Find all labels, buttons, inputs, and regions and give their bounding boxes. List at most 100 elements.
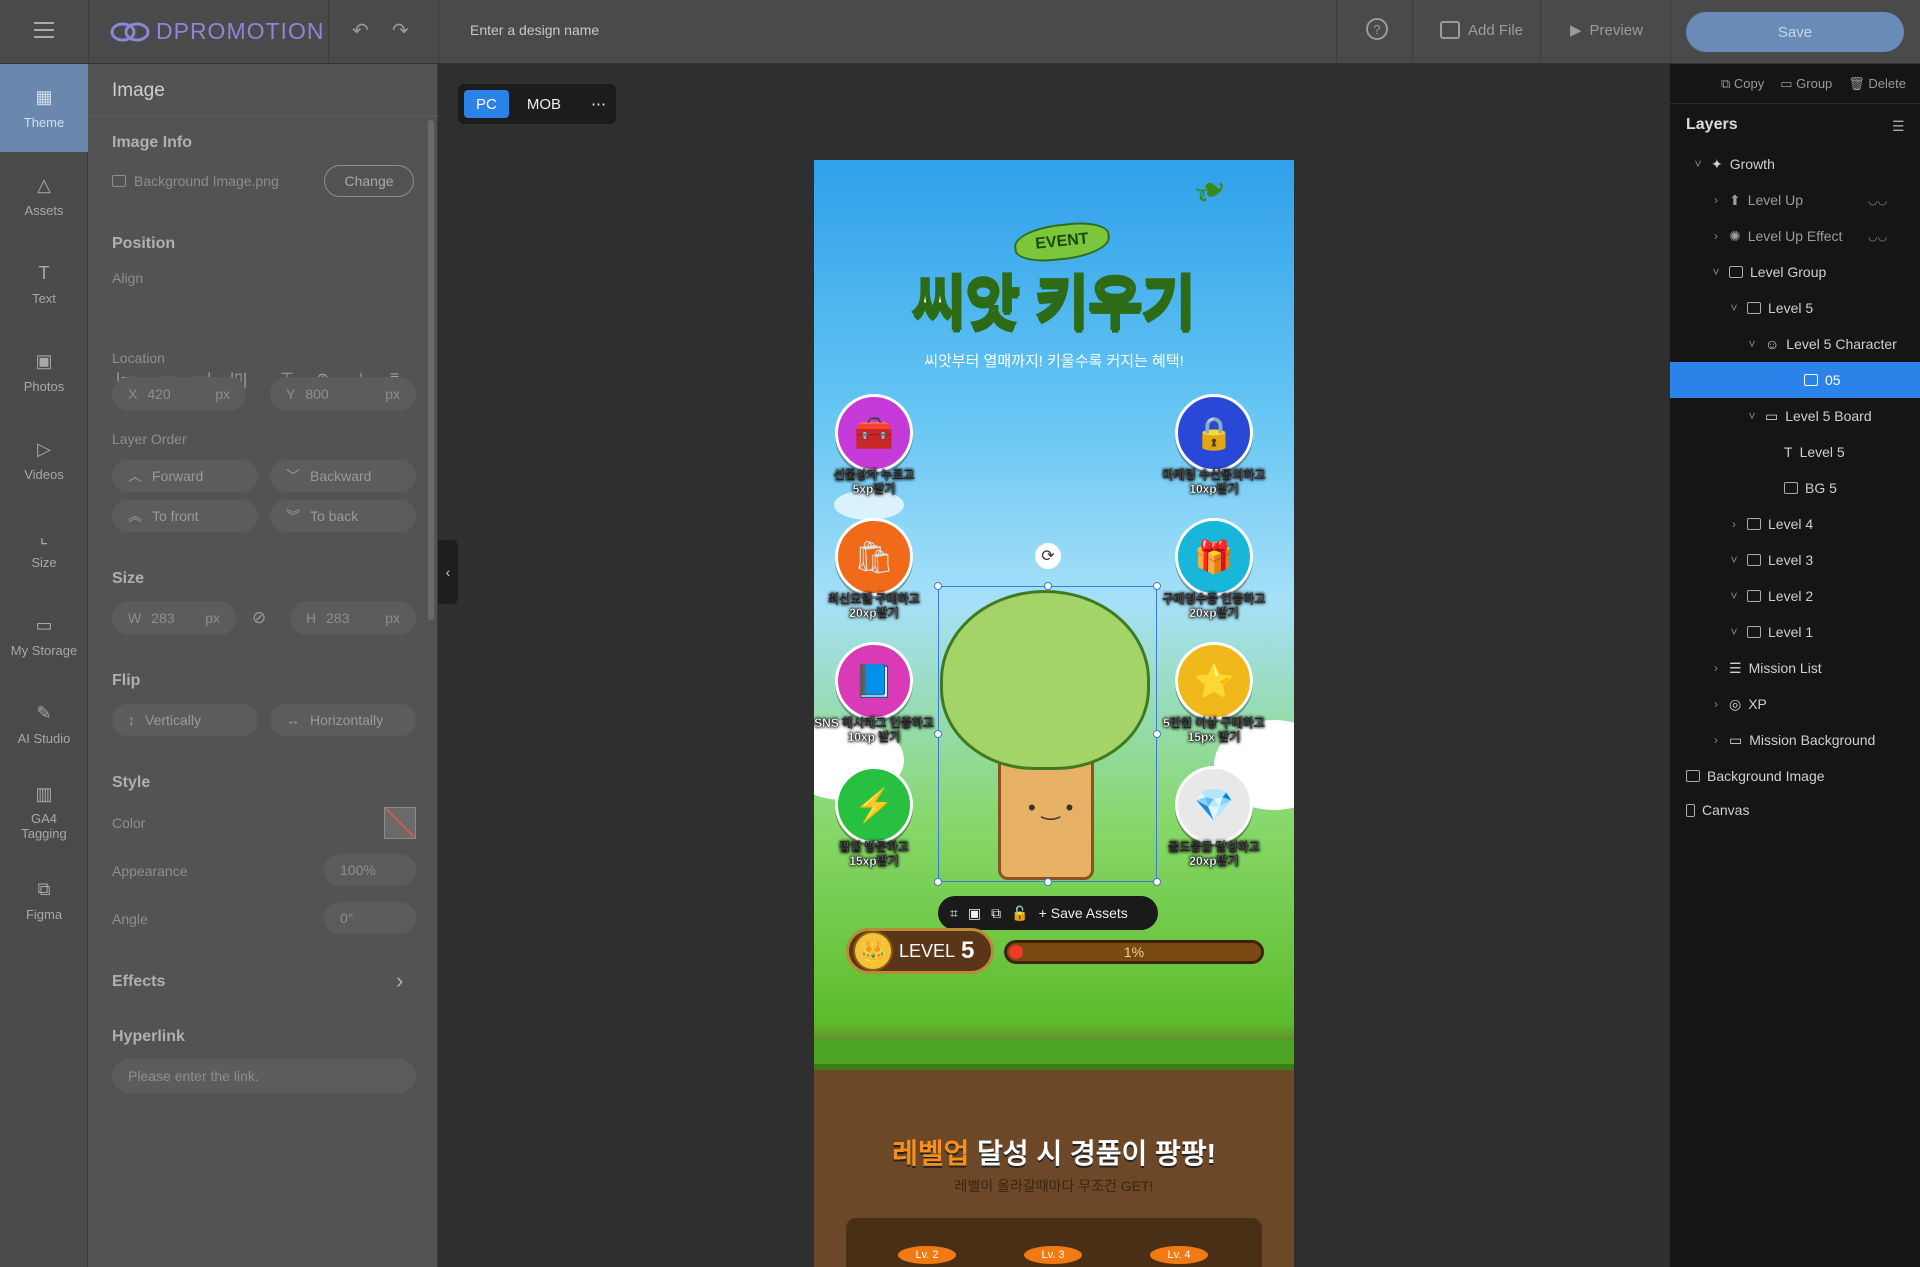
resize-handle[interactable] (1153, 878, 1161, 886)
rotate-icon[interactable]: ⟳ (1035, 543, 1061, 569)
layer-row[interactable]: › ◎ XP (1670, 686, 1920, 722)
more-icon[interactable]: ⋯ (579, 90, 618, 118)
mission-gift-box[interactable]: 🧰 선물상자 누르고 5xp받기 (814, 394, 934, 496)
nav-theme[interactable]: ▦ Theme (0, 64, 88, 152)
save-assets-button[interactable]: + Save Assets (1039, 905, 1128, 921)
nav-ai-studio[interactable]: ✎ AI Studio (0, 680, 88, 768)
x-input[interactable]: X 420 px (112, 377, 246, 411)
width-input[interactable]: W 283 px (112, 601, 236, 635)
layer-row[interactable]: ˅ ▭ Level 5 Board (1670, 398, 1920, 434)
layer-row[interactable]: ˅ Level 2 (1670, 578, 1920, 614)
layer-row[interactable]: Canvas (1670, 792, 1920, 828)
group-button[interactable]: ▭ Group (1780, 76, 1832, 92)
chevron-icon[interactable]: ˅ (1728, 589, 1740, 603)
lock-icon[interactable]: 🔓 (1011, 905, 1028, 922)
add-file-button[interactable]: Add File (1440, 21, 1523, 39)
hyperlink-input[interactable]: Please enter the link. (112, 1059, 416, 1093)
height-input[interactable]: H 283 px (290, 601, 416, 635)
mission-new-model[interactable]: 🛍 최신모델 구매하고 20xp받기 (814, 518, 934, 620)
hidden-eye-icon[interactable]: ◡◡ (1868, 230, 1887, 243)
mission-marketing-consent[interactable]: 🔒 마케팅 수신동의하고 10xp받기 (1154, 394, 1274, 496)
unlink-icon[interactable]: ⊘ (252, 608, 266, 628)
effects-row[interactable]: Effects (112, 973, 165, 991)
layer-row[interactable]: ˅ ☺ Level 5 Character (1670, 326, 1920, 362)
mission-sns-hashtag[interactable]: 📘 SNS 해시태그 인증하고 10xp 받기 (814, 642, 934, 744)
hidden-eye-icon[interactable]: ◡◡ (1868, 194, 1887, 207)
layer-row-selected[interactable]: 05 (1670, 362, 1920, 398)
resize-handle[interactable] (1153, 730, 1161, 738)
chevron-icon[interactable]: ˅ (1728, 553, 1740, 567)
mission-receipt[interactable]: 🎁 구매영수증 인증하고 20xp받기 (1154, 518, 1274, 620)
chevron-icon[interactable]: ˅ (1746, 337, 1758, 351)
nav-videos[interactable]: ▷ Videos (0, 416, 88, 504)
chevron-icon[interactable]: ˅ (1710, 265, 1722, 279)
panel-scrollbar[interactable] (428, 120, 434, 620)
change-image-button[interactable]: Change (324, 165, 414, 197)
pc-tab[interactable]: PC (464, 90, 509, 118)
chevron-icon[interactable]: › (1710, 697, 1722, 711)
flip-horizontally-button[interactable]: ↔ Horizontally (270, 704, 416, 736)
layer-row[interactable]: › ▭ Mission Background (1670, 722, 1920, 758)
layer-row[interactable]: ˅ Level 5 (1670, 290, 1920, 326)
design-name-input[interactable]: Enter a design name (470, 22, 599, 38)
replace-image-icon[interactable]: ▣ (968, 905, 981, 922)
nav-photos[interactable]: ▣ Photos (0, 328, 88, 416)
mission-popup-visit[interactable]: ⚡ 팝업 방문하고 15xp받기 (814, 766, 934, 868)
mission-purchase-50k[interactable]: ⭐ 5만원 이상 구매하고 15px 받기 (1154, 642, 1274, 744)
chevron-icon[interactable]: ˅ (1728, 625, 1740, 639)
backward-button[interactable]: ﹀ Backward (270, 460, 416, 492)
mission-gold-grade[interactable]: 💎 골드등급 달성하고 20xp받기 (1154, 766, 1274, 868)
chevron-icon[interactable]: ˅ (1692, 157, 1704, 171)
chevron-icon[interactable]: ˅ (1746, 409, 1758, 423)
menu-icon[interactable] (34, 22, 54, 38)
resize-handle[interactable] (1153, 582, 1161, 590)
forward-button[interactable]: ︿ Forward (112, 460, 258, 492)
save-button[interactable]: Save (1686, 12, 1904, 52)
appearance-input[interactable]: 100% (324, 854, 416, 886)
resize-handle[interactable] (1044, 582, 1052, 590)
delete-button[interactable]: 🗑 Delete (1848, 76, 1906, 92)
chevron-right-icon[interactable]: › (396, 968, 403, 994)
nav-size[interactable]: ⌞ Size (0, 504, 88, 592)
to-back-button[interactable]: ︾ To back (270, 500, 416, 532)
resize-handle[interactable] (934, 878, 942, 886)
nav-assets[interactable]: △ Assets (0, 152, 88, 240)
duplicate-icon[interactable]: ⧉ (991, 905, 1001, 922)
layer-row[interactable]: › Level 4 (1670, 506, 1920, 542)
layer-row[interactable]: BG 5 (1670, 470, 1920, 506)
color-swatch[interactable] (384, 807, 416, 839)
undo-icon[interactable]: ↶ (352, 18, 369, 43)
collapse-panel-button[interactable]: ‹ (438, 540, 458, 604)
layer-row[interactable]: ˅ Level 1 (1670, 614, 1920, 650)
resize-handle[interactable] (1044, 878, 1052, 886)
resize-handle[interactable] (934, 582, 942, 590)
selection-box[interactable] (938, 586, 1157, 882)
layer-row[interactable]: T Level 5 (1670, 434, 1920, 470)
layer-row[interactable]: › ⬆ Level Up ◡◡ (1670, 182, 1920, 218)
design-artboard[interactable]: ❧ EVENT 씨앗 키우기 씨앗부터 열매까지! 키울수록 커지는 혜택! 🧰… (814, 160, 1294, 1267)
nav-ga4-tagging[interactable]: ▥ GA4 Tagging (0, 768, 88, 856)
help-icon[interactable]: ? (1366, 18, 1388, 40)
chevron-icon[interactable]: › (1728, 517, 1740, 531)
preview-button[interactable]: ▶ Preview (1570, 21, 1643, 40)
to-front-button[interactable]: ︽ To front (112, 500, 258, 532)
redo-icon[interactable]: ↷ (392, 18, 409, 43)
angle-input[interactable]: 0° (324, 902, 416, 934)
y-input[interactable]: Y 800 px (270, 377, 416, 411)
mob-tab[interactable]: MOB (515, 90, 573, 118)
layer-row[interactable]: ˅ ✦ Growth (1670, 146, 1920, 182)
layer-row[interactable]: › ✺ Level Up Effect ◡◡ (1670, 218, 1920, 254)
layer-row[interactable]: › ☰ Mission List (1670, 650, 1920, 686)
nav-figma[interactable]: ⧉ Figma (0, 856, 88, 944)
chevron-icon[interactable]: › (1710, 229, 1722, 243)
crop-icon[interactable]: ⌗ (950, 905, 958, 922)
layer-row[interactable]: Background Image (1670, 758, 1920, 794)
chevron-icon[interactable]: ˅ (1728, 301, 1740, 315)
chevron-icon[interactable]: › (1710, 733, 1722, 747)
copy-button[interactable]: ⧉ Copy (1721, 76, 1764, 92)
flip-vertically-button[interactable]: ↕ Vertically (112, 704, 258, 736)
layer-row[interactable]: ˅ Level 3 (1670, 542, 1920, 578)
nav-text[interactable]: T Text (0, 240, 88, 328)
nav-my-storage[interactable]: ▭ My Storage (0, 592, 88, 680)
resize-handle[interactable] (934, 730, 942, 738)
